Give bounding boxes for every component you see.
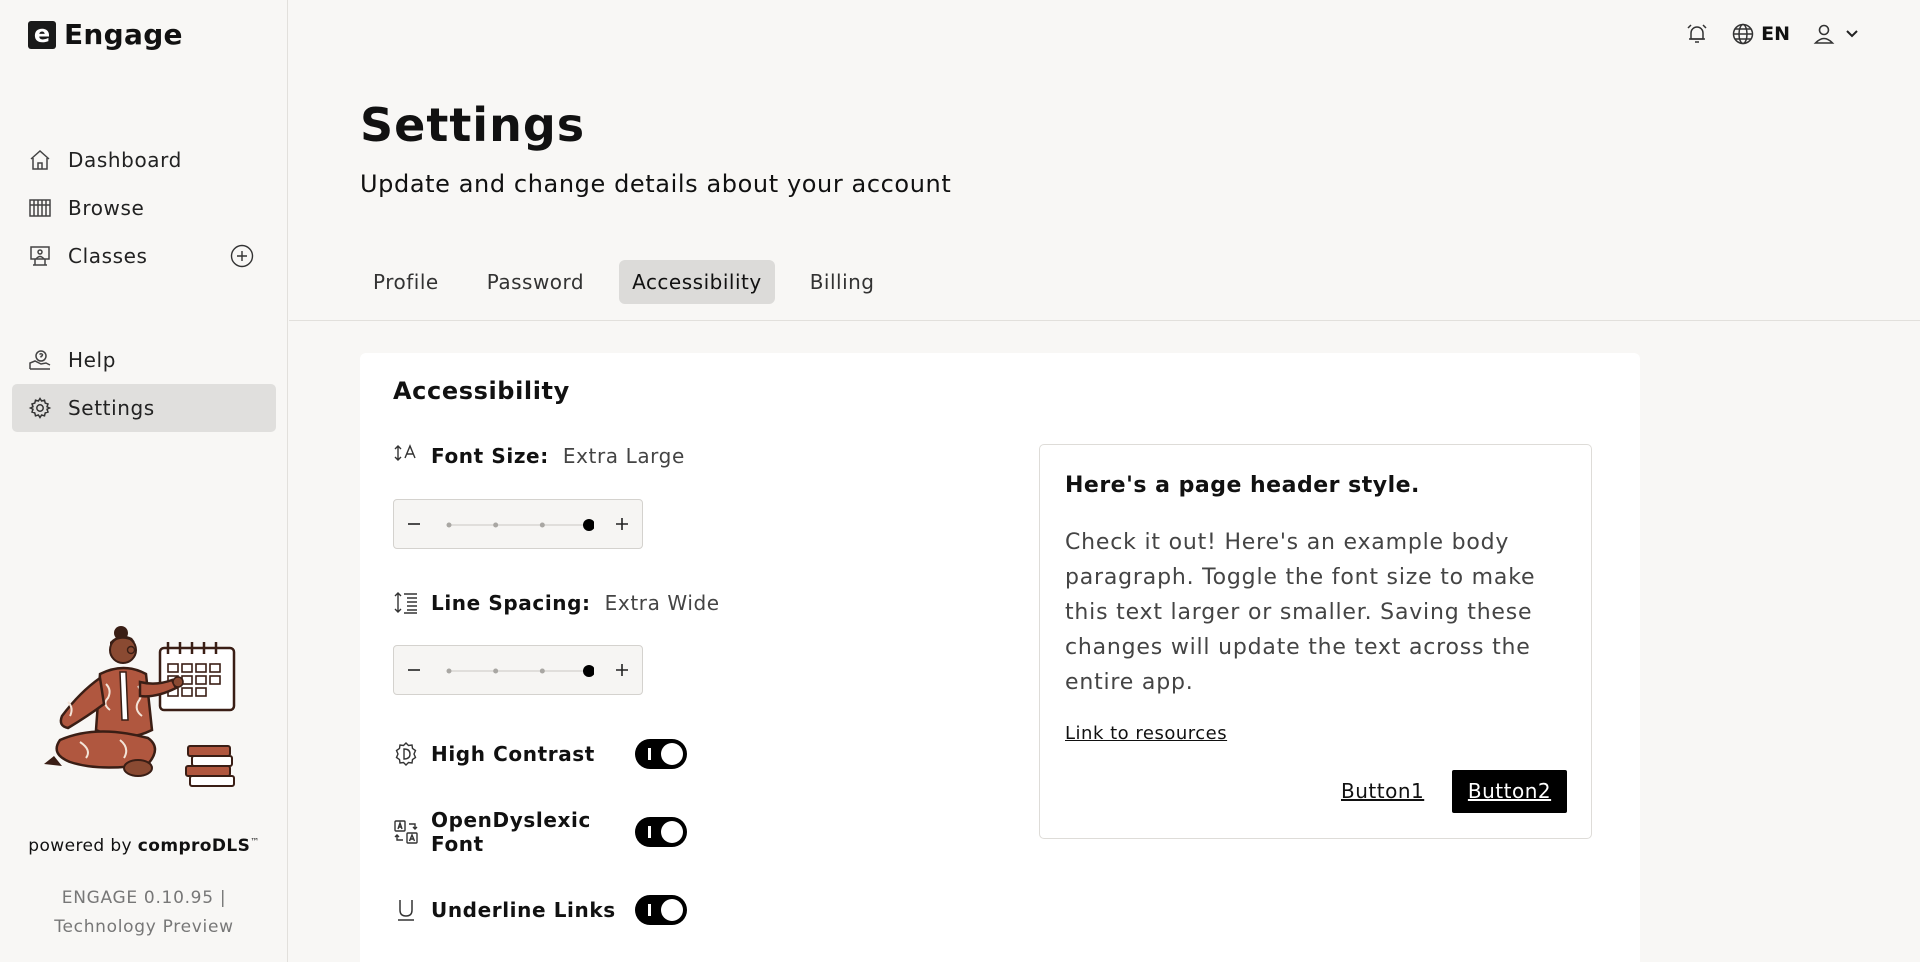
- page-subtitle: Update and change details about your acc…: [360, 170, 952, 198]
- font-size-label: Font Size:: [431, 444, 549, 468]
- toggle-knob: [661, 899, 683, 921]
- line-spacing-setting: Line Spacing: Extra Wide: [393, 590, 720, 616]
- font-size-value: Extra Large: [562, 444, 685, 468]
- help-icon: [29, 350, 51, 370]
- sidebar-item-label: Settings: [68, 396, 155, 420]
- card-title: Accessibility: [393, 377, 570, 405]
- topbar: EN: [1685, 22, 1860, 46]
- version-line: ENGAGE 0.10.95 |: [61, 888, 227, 908]
- sidebar-item-label: Help: [68, 348, 116, 372]
- tab-password[interactable]: Password: [474, 260, 597, 304]
- toggle-knob: [661, 821, 683, 843]
- line-spacing-step-2[interactable]: [493, 668, 499, 674]
- increase-font-size-button[interactable]: [610, 512, 634, 536]
- high-contrast-setting: High Contrast: [393, 739, 687, 769]
- line-spacing-value: Extra Wide: [604, 591, 720, 615]
- page-title: Settings: [360, 98, 586, 152]
- decrease-font-size-button[interactable]: [402, 512, 426, 536]
- font-size-step-3[interactable]: [539, 522, 545, 528]
- accessibility-card: Accessibility Font Size: Extra Large Lin…: [360, 353, 1640, 962]
- font-size-stepper[interactable]: [393, 499, 643, 549]
- tab-accessibility[interactable]: Accessibility: [619, 260, 775, 304]
- powered-by: powered by comproDLS™: [0, 836, 288, 856]
- version-channel: Technology Preview: [54, 917, 234, 937]
- sidebar: e Engage Dashboard Browse Classes Help S…: [0, 0, 288, 962]
- opendyslexic-setting: OpenDyslexic Font: [393, 808, 687, 856]
- toggle-on-mark: [648, 748, 651, 760]
- font-size-track[interactable]: [444, 500, 594, 550]
- preview-heading: Here's a page header style.: [1065, 473, 1420, 498]
- app-version: ENGAGE 0.10.95 | Technology Preview: [0, 884, 288, 942]
- line-spacing-stepper[interactable]: [393, 645, 643, 695]
- add-class-icon[interactable]: [230, 244, 254, 268]
- sidebar-item-help[interactable]: Help: [12, 336, 276, 384]
- preview-button-2[interactable]: Button2: [1452, 770, 1567, 813]
- line-spacing-icon: [394, 592, 417, 614]
- translate-font-icon: [394, 820, 418, 844]
- chevron-down-icon: [1846, 30, 1858, 38]
- sidebar-item-label: Browse: [68, 196, 145, 220]
- tabs-divider: [289, 320, 1920, 321]
- classroom-icon: [30, 246, 50, 266]
- line-spacing-step-4[interactable]: [583, 665, 594, 677]
- sidebar-item-label: Dashboard: [68, 148, 182, 172]
- underline-icon: [398, 900, 414, 921]
- opendyslexic-label: OpenDyslexic Font: [431, 808, 591, 856]
- sidebar-item-classes[interactable]: Classes: [12, 232, 276, 280]
- underline-links-label: Underline Links: [431, 898, 616, 922]
- high-contrast-label: High Contrast: [431, 742, 595, 766]
- high-contrast-toggle[interactable]: [635, 739, 687, 769]
- sidebar-item-label: Classes: [68, 244, 148, 268]
- increase-line-spacing-button[interactable]: [610, 658, 634, 682]
- user-icon: [1813, 24, 1835, 44]
- contrast-icon: [395, 742, 417, 766]
- app-logo[interactable]: e Engage: [28, 18, 183, 51]
- tab-billing[interactable]: Billing: [797, 260, 888, 304]
- tab-profile[interactable]: Profile: [360, 260, 452, 304]
- line-spacing-label: Line Spacing:: [431, 591, 591, 615]
- sidebar-illustration: [44, 626, 236, 787]
- preview-body: Check it out! Here's an example body par…: [1065, 530, 1536, 695]
- accessibility-preview: Here's a page header style. Check it out…: [1039, 444, 1592, 839]
- alarm-icon[interactable]: [1685, 22, 1709, 46]
- app-name: Engage: [64, 18, 183, 51]
- font-size-setting: Font Size: Extra Large: [393, 443, 685, 469]
- user-menu[interactable]: [1812, 22, 1860, 46]
- secondary-nav: Help Settings: [12, 336, 276, 432]
- line-spacing-track[interactable]: [444, 646, 594, 696]
- font-size-step-2[interactable]: [493, 522, 499, 528]
- underline-links-setting: Underline Links: [393, 895, 687, 925]
- trademark-mark: ™: [250, 837, 260, 848]
- toggle-on-mark: [648, 826, 651, 838]
- gear-icon: [28, 397, 52, 419]
- line-spacing-step-1[interactable]: [446, 668, 452, 674]
- logo-mark: e: [28, 20, 56, 49]
- settings-tabs: Profile Password Accessibility Billing: [360, 260, 888, 304]
- opendyslexic-toggle[interactable]: [635, 817, 687, 847]
- font-size-icon: [394, 444, 416, 461]
- powered-by-brand: comproDLS: [137, 836, 251, 856]
- line-spacing-step-3[interactable]: [539, 668, 545, 674]
- toggle-on-mark: [648, 904, 651, 916]
- preview-button-1[interactable]: Button1: [1341, 770, 1424, 812]
- powered-by-text: powered by: [28, 836, 138, 856]
- font-size-step-1[interactable]: [446, 522, 452, 528]
- language-selector[interactable]: EN: [1731, 22, 1790, 46]
- sidebar-item-dashboard[interactable]: Dashboard: [12, 136, 276, 184]
- underline-links-toggle[interactable]: [635, 895, 687, 925]
- library-icon: [29, 199, 51, 217]
- preview-link[interactable]: Link to resources: [1065, 723, 1227, 744]
- decrease-line-spacing-button[interactable]: [402, 658, 426, 682]
- language-code: EN: [1761, 23, 1790, 45]
- primary-nav: Dashboard Browse Classes: [12, 136, 276, 280]
- toggle-knob: [661, 743, 683, 765]
- home-icon: [30, 149, 50, 170]
- sidebar-item-browse[interactable]: Browse: [12, 184, 276, 232]
- font-size-step-4[interactable]: [583, 519, 594, 531]
- sidebar-item-settings[interactable]: Settings: [12, 384, 276, 432]
- globe-icon: [1732, 23, 1754, 45]
